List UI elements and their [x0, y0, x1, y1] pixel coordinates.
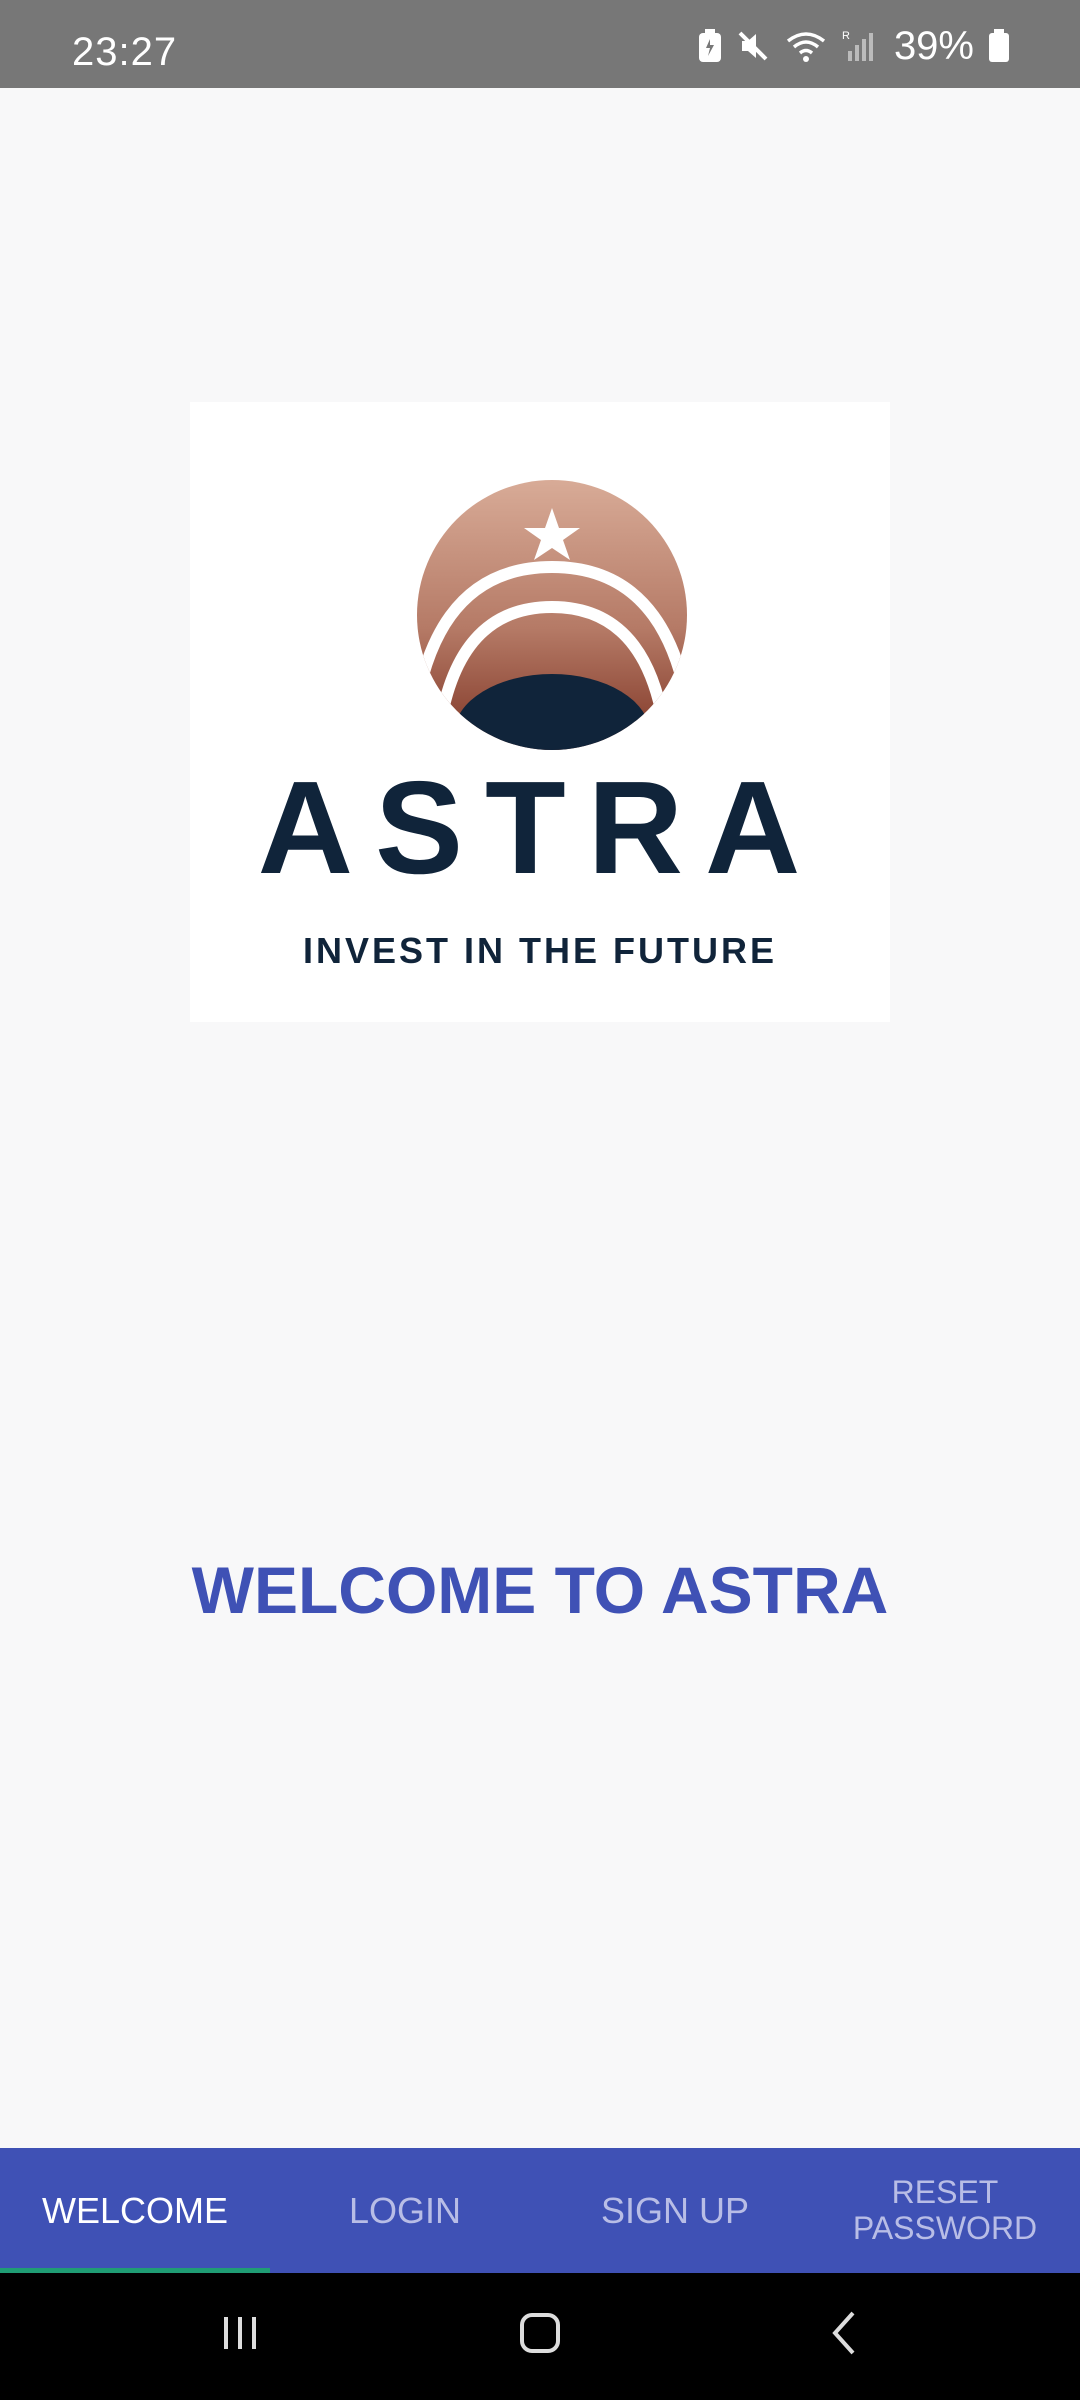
- wifi-icon: [784, 29, 828, 63]
- status-time: 23:27: [72, 30, 178, 74]
- logo-wordmark: ASTRA: [257, 754, 823, 901]
- logo-tagline: INVEST IN THE FUTURE: [302, 930, 778, 971]
- astra-logo: ASTRA INVEST IN THE FUTURE: [190, 402, 890, 1022]
- tab-welcome[interactable]: WELCOME: [0, 2148, 270, 2273]
- tab-sign-up[interactable]: SIGN UP: [540, 2148, 810, 2273]
- svg-text:R: R: [842, 30, 850, 42]
- recents-icon[interactable]: [210, 2303, 270, 2368]
- signal-icon: R: [842, 29, 876, 63]
- mute-icon: [736, 29, 770, 63]
- system-nav-bar: [0, 2273, 1080, 2400]
- status-icons: R 39%: [698, 23, 1010, 68]
- battery-percent: 39%: [893, 23, 974, 68]
- home-icon[interactable]: [510, 2303, 570, 2368]
- battery-saver-icon: [698, 29, 722, 63]
- back-icon[interactable]: [815, 2303, 875, 2368]
- tab-login[interactable]: LOGIN: [270, 2148, 540, 2273]
- welcome-title: WELCOME TO ASTRA: [191, 1553, 889, 1627]
- astra-emblem-icon: [417, 480, 687, 750]
- tab-reset-password[interactable]: RESET PASSWORD: [810, 2148, 1080, 2273]
- status-bar: 23:27 R 39%: [0, 0, 1080, 88]
- tab-bar: WELCOME LOGIN SIGN UP RESET PASSWORD: [0, 2148, 1080, 2273]
- battery-icon: [988, 29, 1010, 63]
